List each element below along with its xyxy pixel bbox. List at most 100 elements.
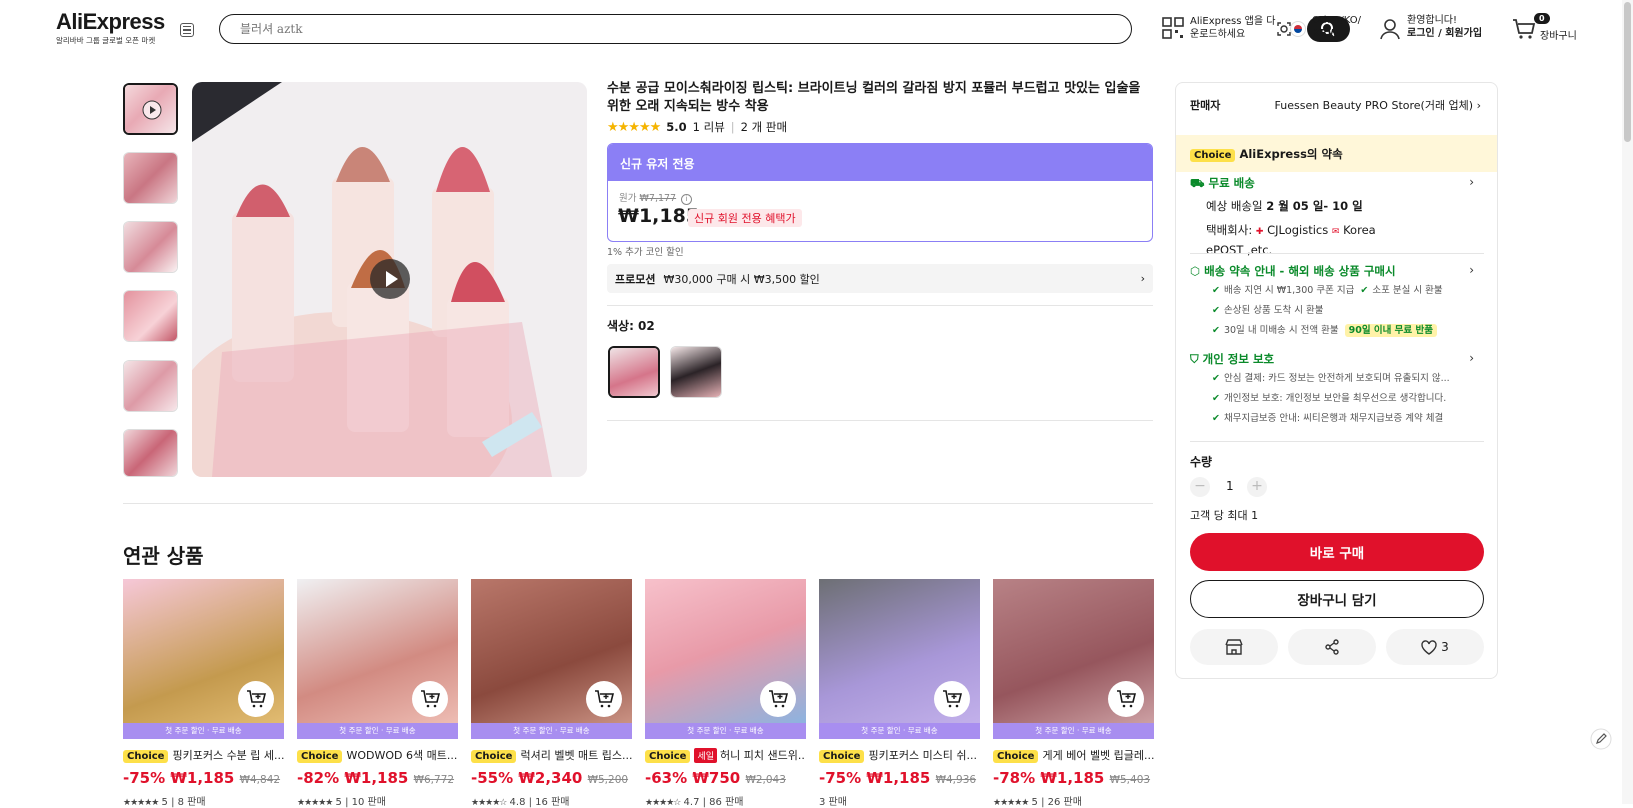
- language-currency-selector[interactable]: Other/KO/ KRW ⌄: [1312, 14, 1361, 40]
- chevron-right-icon: ›: [1469, 175, 1474, 189]
- gallery-thumb[interactable]: [123, 152, 178, 204]
- related-product-card[interactable]: 첫 주문 할인 · 무료 배송 Choice 게게 베어 벨벳 립글레... -78%…: [993, 579, 1154, 808]
- product-thumbnail[interactable]: 첫 주문 할인 · 무료 배송: [645, 579, 806, 739]
- color-swatch-02[interactable]: [608, 346, 660, 398]
- seller-name-link[interactable]: Fuessen Beauty PRO Store(거래 업체) ›: [1275, 97, 1481, 113]
- add-to-cart-button[interactable]: [1108, 681, 1144, 717]
- promotion-row[interactable]: 프로모션 ₩30,000 구매 시 ₩3,500 할인 ›: [607, 264, 1153, 293]
- related-product-card[interactable]: 첫 주문 할인 · 무료 배송 Choice 핑키포커스 미스티 쉬... -75% …: [819, 579, 980, 808]
- product-price: -75% ₩1,185 ₩4,936: [819, 769, 977, 787]
- color-label: 색상: 02: [607, 319, 655, 333]
- quantity-decrease-button[interactable]: −: [1190, 477, 1210, 497]
- lock-shield-icon: ⛉: [1190, 352, 1199, 366]
- guarantee-coupon: 배송 지연 시 ₩1,300 쿠폰 지급: [1223, 285, 1355, 296]
- quantity-value[interactable]: 1: [1226, 479, 1234, 493]
- product-thumbnail[interactable]: 첫 주문 할인 · 무료 배송: [123, 579, 284, 739]
- cart-plus-icon: [943, 690, 962, 708]
- coin-discount-text: 1% 추가 코인 할인: [607, 247, 684, 258]
- info-icon[interactable]: i: [681, 194, 693, 205]
- store-button[interactable]: [1190, 629, 1278, 665]
- share-button[interactable]: [1288, 629, 1376, 665]
- aliexpress-logo[interactable]: AliExpress 알리바바 그룹 글로벌 오픈 마켓: [56, 10, 166, 46]
- add-to-cart-button[interactable]: [760, 681, 796, 717]
- share-icon: [1325, 639, 1339, 655]
- product-thumbnail[interactable]: 첫 주문 할인 · 무료 배송: [993, 579, 1154, 739]
- add-to-cart-button[interactable]: [412, 681, 448, 717]
- gallery-thumb[interactable]: [123, 290, 178, 342]
- promise-title: AliExpress의 약속: [1239, 147, 1343, 161]
- add-to-cart-button[interactable]: 장바구니 담기: [1190, 580, 1484, 618]
- privacy-payment: 안심 결제: 카드 정보는 안전하게 보호되며 유출되지 않...: [1223, 373, 1450, 384]
- search-bar: [219, 14, 1350, 44]
- related-product-card[interactable]: 첫 주문 할인 · 무료 배송 Choice WODWOD 6색 매트... -82%…: [297, 579, 458, 808]
- login-text: 로그인 / 회원가입: [1407, 28, 1483, 39]
- original-price: 원가 ₩7,177 i: [619, 190, 693, 205]
- related-products-title: 연관 상품: [123, 544, 204, 568]
- gallery-thumb-video[interactable]: [123, 83, 178, 135]
- cart-label[interactable]: 장바구니: [1540, 27, 1577, 42]
- choice-badge: Choice: [297, 750, 343, 763]
- play-icon: [386, 271, 398, 287]
- related-product-card[interactable]: 첫 주문 할인 · 무료 배송 Choice 세일 허니 피치 샌드위... -63% …: [645, 579, 806, 808]
- product-title[interactable]: Choice 핑키포커스 미스티 쉬...: [819, 747, 980, 763]
- korea-post-icon: ✉: [1331, 227, 1340, 237]
- add-to-cart-button[interactable]: [586, 681, 622, 717]
- chevron-down-icon: ⌄: [1341, 28, 1351, 39]
- cart-plus-icon: [421, 690, 440, 708]
- cart-count-badge: 0: [1534, 13, 1550, 24]
- delivery-guarantee-section[interactable]: ⬡ 배송 약속 안내 - 해외 배송 상품 구매시 › ✔ 배송 지연 시 ₩1,…: [1190, 263, 1490, 341]
- user-icon[interactable]: [1380, 18, 1400, 40]
- cart-plus-icon: [595, 690, 614, 708]
- wishlist-button[interactable]: 3: [1386, 629, 1484, 665]
- edit-icon[interactable]: [1590, 728, 1612, 750]
- logo-text: AliExpress: [56, 9, 165, 34]
- divider: [1190, 253, 1484, 254]
- gallery-thumb[interactable]: [123, 360, 178, 412]
- product-title[interactable]: Choice 핑키포커스 수분 립 세...: [123, 747, 284, 763]
- add-to-cart-button[interactable]: [934, 681, 970, 717]
- wishlist-count: 3: [1441, 640, 1449, 654]
- product-title[interactable]: Choice 게게 베어 벨벳 립글레...: [993, 747, 1154, 763]
- promotion-text: ₩30,000 구매 시 ₩3,500 할인: [663, 272, 820, 286]
- quantity-increase-button[interactable]: +: [1247, 477, 1267, 497]
- app-download-line1: AliExpress 앱을 다: [1190, 16, 1276, 27]
- product-title[interactable]: Choice WODWOD 6색 매트...: [297, 747, 458, 763]
- qr-code-icon[interactable]: [1162, 17, 1184, 39]
- shipping-section[interactable]: ⛟ 무료 배송 › 예상 배송일 2 월 05 일- 10 일 택배회사: ✚ …: [1190, 175, 1490, 259]
- promo-header: 신규 유저 전용: [608, 144, 1152, 181]
- product-rating-sold: 3 판매: [819, 797, 847, 808]
- truck-icon: ⛟: [1190, 176, 1205, 190]
- free-return-badge: 90일 이내 무료 반품: [1344, 324, 1437, 337]
- divider: [1190, 441, 1484, 442]
- video-play-button[interactable]: [370, 259, 410, 299]
- gallery-thumb[interactable]: [123, 221, 178, 273]
- app-download-link[interactable]: AliExpress 앱을 다 운로드하세요: [1190, 15, 1275, 41]
- product-thumbnail[interactable]: 첫 주문 할인 · 무료 배송: [297, 579, 458, 739]
- sale-badge: 세일: [694, 748, 718, 763]
- delivery-label: 예상 배송일: [1206, 199, 1263, 213]
- related-product-card[interactable]: 첫 주문 할인 · 무료 배송 Choice 럭셔리 벨벳 매트 립스... -55%…: [471, 579, 632, 808]
- privacy-section[interactable]: ⛉ 개인 정보 보호 › ✔ 안심 결제: 카드 정보는 안전하게 보호되며 유출…: [1190, 351, 1490, 429]
- korea-flag-icon: [1290, 21, 1306, 37]
- add-to-cart-button[interactable]: [238, 681, 274, 717]
- review-count[interactable]: 1 리뷰: [693, 119, 725, 135]
- product-rating-sold: ★★★★☆ 4.7 | 86 판매: [645, 797, 744, 808]
- menu-icon[interactable]: [180, 23, 194, 37]
- related-product-card[interactable]: 첫 주문 할인 · 무료 배송 Choice 핑키포커스 수분 립 세... -75%…: [123, 579, 284, 808]
- login-link[interactable]: 환영합니다! 로그인 / 회원가입: [1407, 14, 1482, 40]
- search-input[interactable]: [240, 20, 1040, 38]
- product-title[interactable]: Choice 세일 허니 피치 샌드위...: [645, 747, 806, 763]
- scrollbar-thumb[interactable]: [1624, 2, 1631, 142]
- chevron-right-icon: ›: [1469, 351, 1474, 365]
- product-price: -82% ₩1,185 ₩6,772: [297, 769, 455, 787]
- promo-band: 첫 주문 할인 · 무료 배송: [645, 723, 806, 739]
- color-swatch[interactable]: [670, 346, 722, 398]
- buy-now-button[interactable]: 바로 구매: [1190, 533, 1484, 571]
- product-thumbnail[interactable]: 첫 주문 할인 · 무료 배송: [819, 579, 980, 739]
- carrier-label: 택배회사:: [1206, 223, 1253, 237]
- promo-band: 첫 주문 할인 · 무료 배송: [123, 723, 284, 739]
- gallery-thumb[interactable]: [123, 429, 178, 477]
- product-thumbnail[interactable]: 첫 주문 할인 · 무료 배송: [471, 579, 632, 739]
- cart-icon[interactable]: [1512, 17, 1536, 41]
- product-title[interactable]: Choice 럭셔리 벨벳 매트 립스...: [471, 747, 632, 763]
